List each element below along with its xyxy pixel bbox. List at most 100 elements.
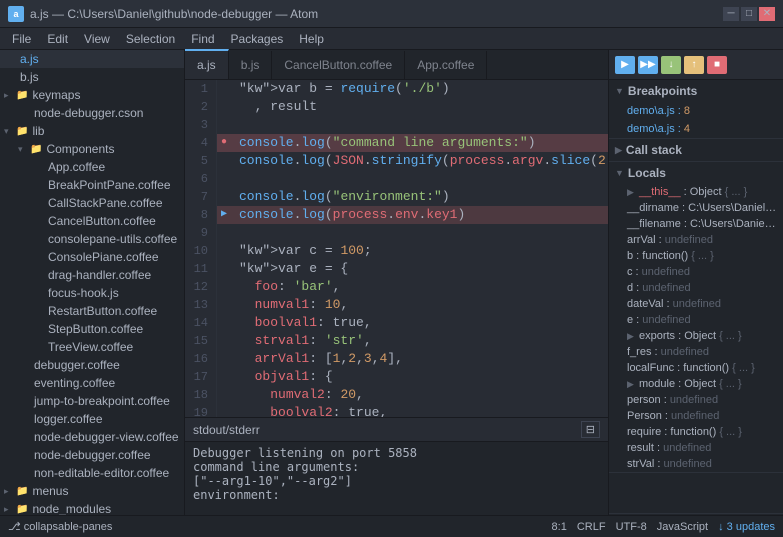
breakpoint-marker [217, 188, 231, 206]
sidebar-item-b-js[interactable]: b.js [0, 68, 184, 86]
line-content[interactable]: console.log("command line arguments:") [231, 134, 608, 152]
debug-step-over-button[interactable]: ▶▶ [638, 56, 658, 74]
line-content[interactable]: boolval2: true, [231, 404, 608, 417]
terminal-title: stdout/stderr [193, 423, 260, 437]
sidebar-item-label: node-debugger.coffee [34, 448, 151, 462]
menu-bar: FileEditViewSelectionFindPackagesHelp [0, 28, 783, 50]
clear-terminal-button[interactable]: ⊟ [581, 421, 600, 438]
sidebar-item-jump-to-breakpoint-coffee[interactable]: jump-to-breakpoint.coffee [0, 392, 184, 410]
maximize-button[interactable]: □ [741, 7, 757, 21]
sidebar-item-BreakPointPane-coffee[interactable]: BreakPointPane.coffee [0, 176, 184, 194]
sidebar-item-debugger-coffee[interactable]: debugger.coffee [0, 356, 184, 374]
git-branch-status[interactable]: ⎇ collapsable-panes [8, 520, 112, 533]
sidebar-item-logger-coffee[interactable]: logger.coffee [0, 410, 184, 428]
charset-status[interactable]: UTF-8 [616, 521, 647, 533]
locals-header[interactable]: ▼ Locals [609, 162, 783, 184]
updates-status[interactable]: ↓ 3 updates [718, 521, 775, 533]
line-content[interactable]: , result [231, 98, 608, 116]
line-content[interactable]: "kw">var c = 100; [231, 242, 608, 260]
tab-App-coffee[interactable]: App.coffee [405, 51, 487, 79]
line-content[interactable]: arrVal1: [1,2,3,4], [231, 350, 608, 368]
tab-a-js[interactable]: a.js [185, 49, 229, 79]
sidebar-item-node-debugger-view-coffee[interactable]: node-debugger-view.coffee [0, 428, 184, 446]
breakpoint-marker [217, 368, 231, 386]
code-line-12: 12 foo: 'bar', [185, 278, 608, 296]
code-line-4: 4●console.log("command line arguments:") [185, 134, 608, 152]
line-ending-status[interactable]: CRLF [577, 521, 606, 533]
menu-item-packages[interactable]: Packages [223, 28, 292, 50]
debug-step-in-button[interactable]: ↓ [661, 56, 681, 74]
menu-item-find[interactable]: Find [183, 28, 222, 50]
tab-CancelButton-coffee[interactable]: CancelButton.coffee [272, 51, 405, 79]
breakpoint-marker [217, 404, 231, 417]
sidebar-item-focus-hook-js[interactable]: focus-hook.js [0, 284, 184, 302]
line-content[interactable]: numval2: 20, [231, 386, 608, 404]
sidebar-item-CancelButton-coffee[interactable]: CancelButton.coffee [0, 212, 184, 230]
line-content[interactable] [231, 116, 608, 134]
local-item-localfunc: localFunc : function() { ... } [609, 360, 783, 376]
local-item-module: ▶ module : Object { ... } [609, 376, 783, 392]
breakpoints-header[interactable]: ▼ Breakpoints [609, 80, 783, 102]
sidebar-item-keymaps[interactable]: ▸📁keymaps [0, 86, 184, 104]
code-line-14: 14 boolval1: true, [185, 314, 608, 332]
sidebar-item-node-debugger-coffee[interactable]: node-debugger.coffee [0, 446, 184, 464]
sidebar-item-RestartButton-coffee[interactable]: RestartButton.coffee [0, 302, 184, 320]
code-editor[interactable]: 1"kw">var b = require('./b')2 , result34… [185, 80, 608, 417]
local-item-b: b : function() { ... } [609, 248, 783, 264]
line-content[interactable]: strval1: 'str', [231, 332, 608, 350]
sidebar-item-ConsolePiane-coffee[interactable]: ConsolePiane.coffee [0, 248, 184, 266]
language-status[interactable]: JavaScript [657, 521, 708, 533]
menu-item-help[interactable]: Help [291, 28, 332, 50]
sidebar-item-CallStackPane-coffee[interactable]: CallStackPane.coffee [0, 194, 184, 212]
tab-bar: a.jsb.jsCancelButton.coffeeApp.coffee [185, 50, 608, 80]
line-content[interactable]: objval1: { [231, 368, 608, 386]
callstack-header[interactable]: ▶ Call stack [609, 139, 783, 161]
line-content[interactable]: console.log(JSON.stringify(process.argv.… [231, 152, 608, 170]
sidebar-item-lib[interactable]: ▾📁lib [0, 122, 184, 140]
window-title: a.js — C:\Users\Daniel\github\node-debug… [30, 7, 318, 21]
debug-continue-button[interactable]: ▶ [615, 56, 635, 74]
line-content[interactable]: "kw">var b = require('./b') [231, 80, 608, 98]
breakpoint-marker [217, 152, 231, 170]
tab-b-js[interactable]: b.js [229, 51, 273, 79]
cursor-position-status[interactable]: 8:1 [552, 521, 567, 533]
local-item-c: c : undefined [609, 264, 783, 280]
debug-step-out-button[interactable]: ↑ [684, 56, 704, 74]
close-button[interactable]: ✕ [759, 7, 775, 21]
sidebar-item-Components[interactable]: ▾📁Components [0, 140, 184, 158]
sidebar-item-label: b.js [20, 70, 39, 84]
code-line-10: 10"kw">var c = 100; [185, 242, 608, 260]
sidebar-item-label: eventing.coffee [34, 376, 115, 390]
sidebar-item-drag-handler-coffee[interactable]: drag-handler.coffee [0, 266, 184, 284]
sidebar-item-menus[interactable]: ▸📁menus [0, 482, 184, 500]
sidebar-item-eventing-coffee[interactable]: eventing.coffee [0, 374, 184, 392]
sidebar-item-non-editable-editor-coffee[interactable]: non-editable-editor.coffee [0, 464, 184, 482]
menu-item-edit[interactable]: Edit [39, 28, 76, 50]
local-item-this: ▶ __this__ : Object { ... } [609, 184, 783, 200]
sidebar-item-StepButton-coffee[interactable]: StepButton.coffee [0, 320, 184, 338]
menu-item-file[interactable]: File [4, 28, 39, 50]
line-content[interactable] [231, 170, 608, 188]
line-content[interactable]: console.log(process.env.key1) [231, 206, 608, 224]
line-content[interactable]: numval1: 10, [231, 296, 608, 314]
sidebar-item-consolepane-utils-coffee[interactable]: consolepane-utils.coffee [0, 230, 184, 248]
line-content[interactable]: foo: 'bar', [231, 278, 608, 296]
git-icon: ⎇ [8, 521, 21, 533]
line-content[interactable] [231, 224, 608, 242]
line-content[interactable]: boolval1: true, [231, 314, 608, 332]
code-line-5: 5console.log(JSON.stringify(process.argv… [185, 152, 608, 170]
menu-item-view[interactable]: View [76, 28, 118, 50]
line-content[interactable]: console.log("environment:") [231, 188, 608, 206]
minimize-button[interactable]: ─ [723, 7, 739, 21]
sidebar-item-App-coffee[interactable]: App.coffee [0, 158, 184, 176]
line-content[interactable]: "kw">var e = { [231, 260, 608, 278]
sidebar-item-node-debugger-cson[interactable]: node-debugger.cson [0, 104, 184, 122]
sidebar-item-TreeView-coffee[interactable]: TreeView.coffee [0, 338, 184, 356]
sidebar-item-a-js[interactable]: a.js [0, 50, 184, 68]
folder-arrow: ▸ [4, 90, 16, 101]
menu-item-selection[interactable]: Selection [118, 28, 183, 50]
sidebar-item-label: lib [32, 124, 44, 138]
line-number: 7 [185, 188, 217, 206]
line-number: 19 [185, 404, 217, 417]
debug-stop-button[interactable]: ■ [707, 56, 727, 74]
